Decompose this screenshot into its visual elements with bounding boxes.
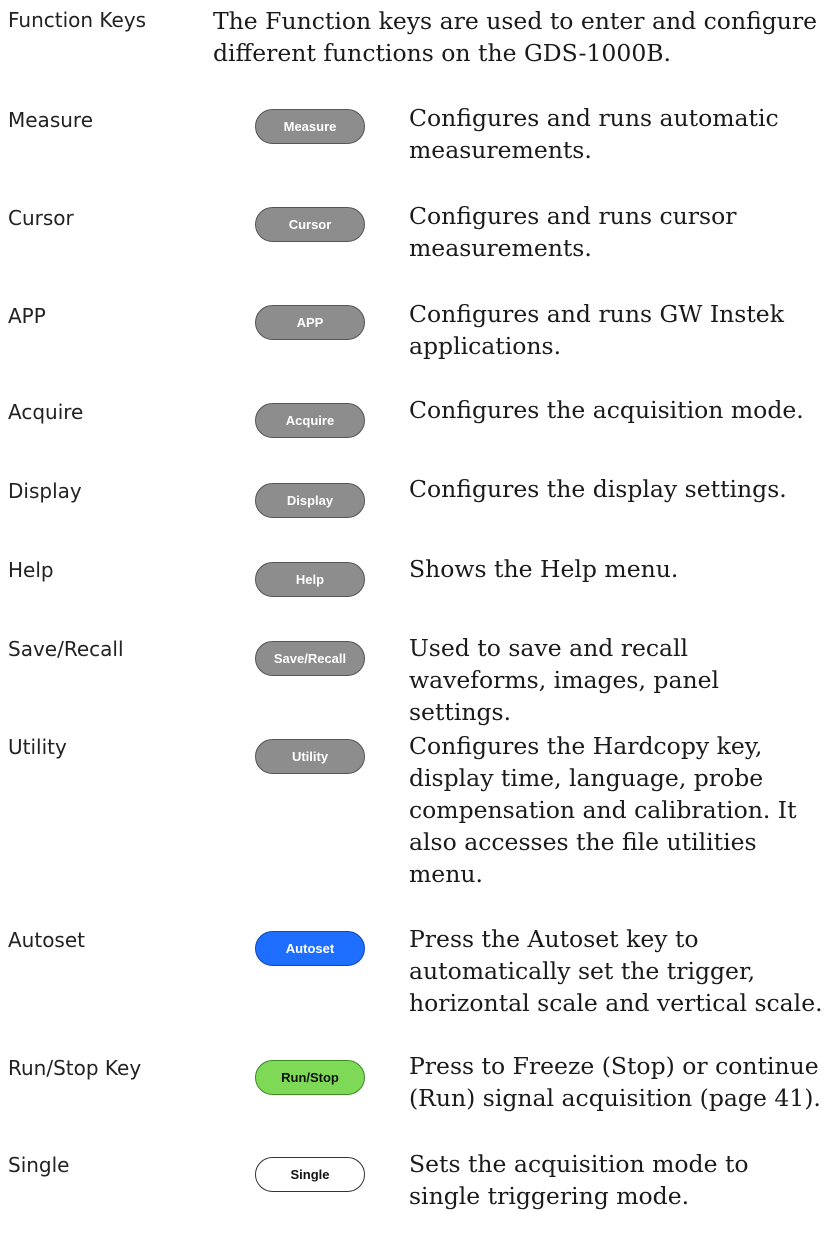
autoset-key: Autoset (255, 931, 365, 966)
single-term: Single (8, 1153, 70, 1177)
autoset-desc: Press the Autoset key to automatically s… (409, 925, 823, 1017)
utility-desc: Configures the Hardcopy key, display tim… (409, 732, 797, 888)
measure-key: Measure (255, 109, 365, 144)
acquire-desc: Configures the acquisition mode. (409, 396, 804, 424)
function-keys-intro: The Function keys are used to enter and … (213, 7, 818, 67)
cursor-desc: Configures and runs cursor measurements. (409, 202, 737, 262)
help-key: Help (255, 562, 365, 597)
acquire-term: Acquire (8, 400, 84, 424)
run-stop-term: Run/Stop Key (8, 1056, 142, 1080)
save-recall-key: Save/Recall (255, 641, 365, 676)
save-recall-desc: Used to save and recall waveforms, image… (409, 634, 720, 726)
help-desc: Shows the Help menu. (409, 555, 679, 583)
save-recall-term: Save/Recall (8, 637, 124, 661)
display-term: Display (8, 479, 82, 503)
utility-key: Utility (255, 739, 365, 774)
cursor-key: Cursor (255, 207, 365, 242)
single-desc: Sets the acquisition mode to single trig… (409, 1150, 749, 1210)
function-keys-term: Function Keys (8, 8, 147, 32)
display-desc: Configures the display settings. (409, 475, 787, 503)
app-key: APP (255, 305, 365, 340)
run-stop-desc: Press to Freeze (Stop) or continue (Run)… (409, 1052, 821, 1112)
display-key: Display (255, 483, 365, 518)
help-term: Help (8, 558, 54, 582)
app-term: APP (8, 304, 46, 328)
measure-term: Measure (8, 108, 93, 132)
measure-desc: Configures and runs automatic measuremen… (409, 104, 779, 164)
app-desc: Configures and runs GW Instek applicatio… (409, 300, 784, 360)
utility-term: Utility (8, 735, 67, 759)
autoset-term: Autoset (8, 928, 86, 952)
run-stop-key: Run/Stop (255, 1060, 365, 1095)
cursor-term: Cursor (8, 206, 74, 230)
single-key: Single (255, 1157, 365, 1192)
acquire-key: Acquire (255, 403, 365, 438)
